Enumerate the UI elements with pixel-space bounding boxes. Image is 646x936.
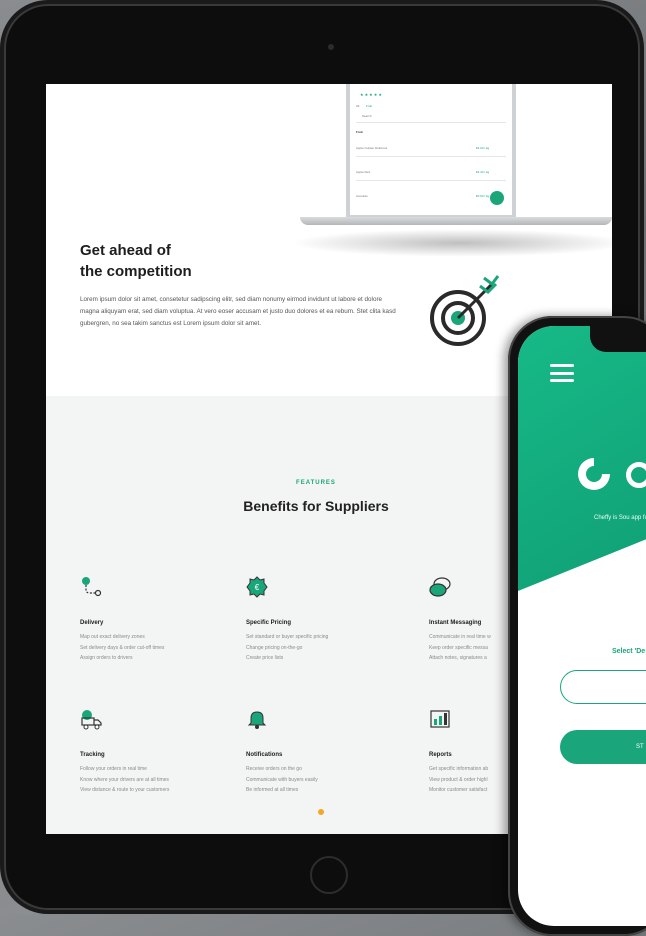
- product-row-price: €0.60 / kg: [476, 194, 490, 198]
- app-tagline: Cheffy is Sou app for the: [594, 515, 646, 521]
- rating-stars: ★★★★★: [360, 92, 383, 97]
- report-icon: [430, 710, 450, 728]
- laptop-base: [300, 217, 612, 225]
- feature-description: Set standard or buyer specific pricing Ch…: [246, 634, 329, 661]
- features-title: Benefits for Suppliers: [243, 498, 389, 514]
- camera-icon: [328, 44, 334, 50]
- divider: [356, 122, 506, 123]
- divider: [356, 156, 506, 157]
- laptop-shadow: [290, 229, 612, 257]
- svg-text:€: €: [255, 583, 260, 592]
- brand-wordmark-letter: [626, 462, 646, 488]
- feature-description: Follow your orders in real time Know wher…: [80, 766, 170, 793]
- brand-logo: [578, 458, 610, 490]
- preview-search-input[interactable]: Search: [362, 114, 372, 118]
- feature-name: Reports: [429, 752, 452, 758]
- feature-name: Instant Messaging: [429, 620, 482, 626]
- bell-icon: [247, 711, 267, 729]
- chat-fab-button[interactable]: [490, 191, 504, 205]
- product-row-price: €2.00 / kg: [476, 146, 490, 150]
- phone-notch: [590, 326, 646, 352]
- select-label: Select 'De: [612, 648, 646, 655]
- features-kicker: FEATURES: [296, 480, 336, 486]
- start-button[interactable]: ST: [560, 730, 646, 764]
- page-title: Get ahead of the competition: [80, 240, 330, 282]
- truck-icon: [81, 710, 102, 730]
- product-row-name: Apple Golden Delicious: [356, 146, 388, 150]
- home-button[interactable]: [310, 856, 348, 894]
- feature-name: Delivery: [80, 620, 104, 626]
- target-icon: [430, 275, 500, 346]
- intro-paragraph: Lorem ipsum dolor sit amet, consetetur s…: [80, 296, 396, 328]
- feature-name: Tracking: [80, 752, 105, 758]
- feature-name: Notifications: [246, 752, 283, 758]
- chat-icon: [429, 577, 451, 597]
- tab-all[interactable]: All: [356, 104, 359, 108]
- route-icon: [82, 577, 102, 597]
- section-heading: Fruit: [356, 130, 363, 134]
- title-line: Get ahead of: [80, 242, 171, 259]
- phone-screen: Cheffy is Sou app for the Select 'De ST: [518, 326, 646, 926]
- select-input[interactable]: [560, 670, 646, 704]
- divider: [356, 180, 506, 181]
- title-line: the competition: [80, 263, 192, 280]
- phone-device: Cheffy is Sou app for the Select 'De ST: [508, 316, 646, 936]
- feature-description: Map out exact delivery zones Set delivery…: [80, 634, 165, 661]
- feature-description: Receive orders on the go Communicate with…: [246, 766, 318, 793]
- laptop-screen: ★★★★★ All Fruit Search Fruit Apple Golde…: [346, 84, 516, 219]
- tab-fruit[interactable]: Fruit: [366, 104, 372, 108]
- menu-icon[interactable]: [550, 364, 574, 382]
- product-row-price: €2.40 / kg: [476, 170, 490, 174]
- price-badge-icon: €: [246, 576, 268, 598]
- feature-name: Specific Pricing: [246, 620, 292, 626]
- laptop-preview: ★★★★★ All Fruit Search Fruit Apple Golde…: [290, 84, 612, 257]
- product-row-name: Apple Red: [356, 170, 371, 174]
- carousel-indicator[interactable]: [318, 809, 324, 815]
- product-row-name: Avocado: [356, 194, 368, 198]
